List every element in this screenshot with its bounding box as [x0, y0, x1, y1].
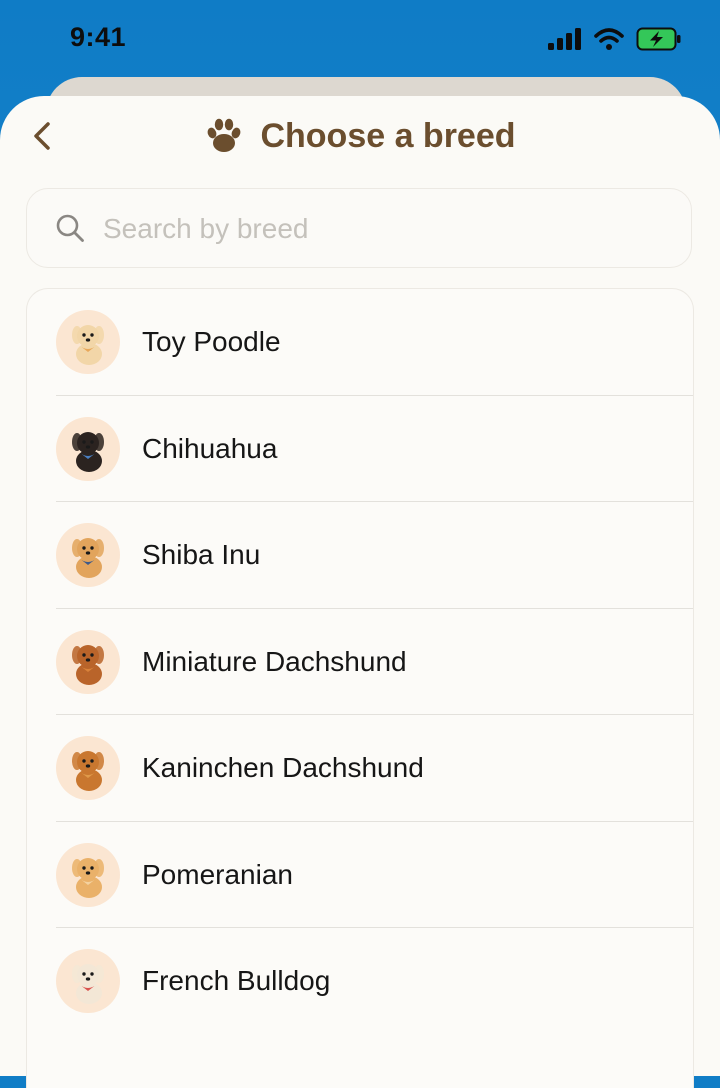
breed-list: Toy Poodle Chihuahua Shiba Inu Miniature Da…	[26, 288, 694, 1088]
breed-list-item[interactable]: Toy Poodle	[27, 289, 693, 396]
miniature-dachshund-icon	[72, 644, 104, 685]
paw-icon	[208, 118, 241, 152]
breed-list-item[interactable]: Shiba Inu	[27, 502, 693, 609]
breed-name: Shiba Inu	[142, 539, 261, 571]
breed-list-item[interactable]: Pomeranian	[27, 822, 693, 929]
toy-poodle-icon	[72, 325, 104, 366]
breed-avatar	[56, 310, 120, 375]
breed-name: Pomeranian	[142, 858, 293, 890]
chihuahua-icon	[72, 431, 104, 472]
french-bulldog-icon	[72, 964, 104, 1005]
breed-list-item[interactable]: Miniature Dachshund	[27, 609, 693, 716]
breed-list-item[interactable]: Chihuahua	[27, 396, 693, 503]
breed-avatar	[56, 949, 120, 1014]
breed-name: French Bulldog	[142, 965, 331, 997]
breed-avatar	[56, 842, 120, 907]
header: Choose a breed	[0, 116, 720, 156]
breed-list-item[interactable]: Kaninchen Dachshund	[27, 715, 693, 822]
breed-avatar	[56, 416, 120, 481]
breed-avatar	[56, 736, 120, 801]
breed-avatar	[56, 629, 120, 694]
battery-charging-icon	[636, 27, 681, 51]
pomeranian-icon	[72, 857, 104, 898]
search-box[interactable]	[26, 188, 692, 268]
wifi-icon	[594, 28, 624, 50]
shiba-inu-icon	[72, 538, 104, 579]
breed-name: Toy Poodle	[142, 326, 281, 358]
breed-name: Kaninchen Dachshund	[142, 752, 424, 784]
status-icons	[548, 27, 682, 51]
kaninchen-dachshund-icon	[72, 751, 104, 792]
status-bar: 9:41	[0, 0, 720, 78]
breed-avatar	[56, 523, 120, 588]
status-time: 9:41	[70, 22, 127, 52]
cellular-signal-icon	[548, 28, 581, 50]
breed-picker-sheet: Choose a breed Toy Poodle Chihuahua Shiba …	[0, 96, 720, 1088]
breed-list-item[interactable]: French Bulldog	[27, 928, 693, 1035]
breed-name: Miniature Dachshund	[142, 645, 407, 677]
search-input[interactable]	[101, 207, 665, 251]
breed-name: Chihuahua	[142, 432, 278, 464]
page-title: Choose a breed	[260, 116, 516, 155]
search-icon	[56, 214, 84, 242]
